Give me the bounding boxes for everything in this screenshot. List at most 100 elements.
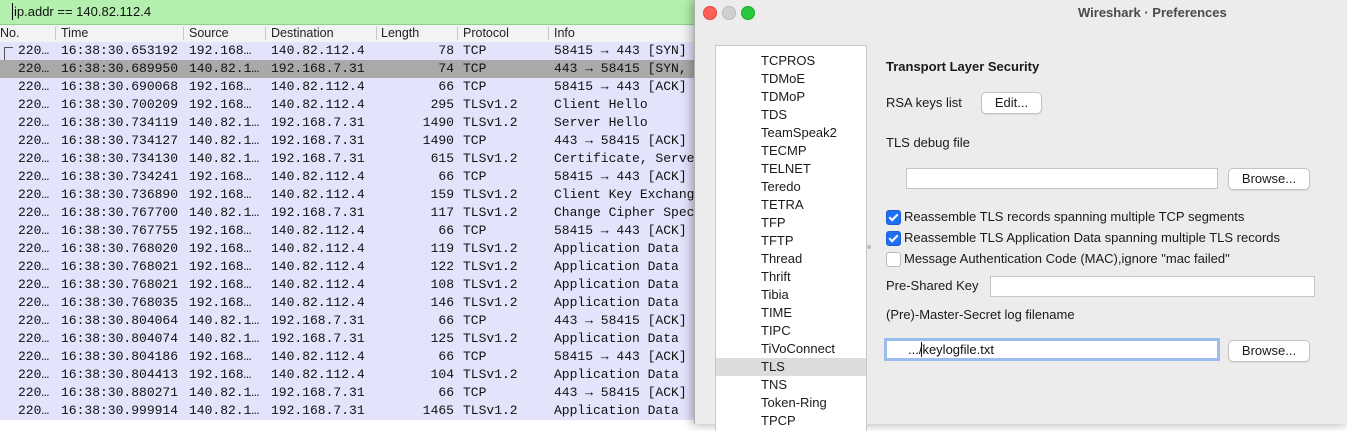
packet-row[interactable]: 220… 16:38:30.999914 140.82.1… 192.168.7.31… (0, 402, 700, 420)
master-secret-browse-button[interactable]: Browse... (1228, 340, 1310, 362)
packet-cell-time: 16:38:30.804413 (61, 367, 179, 382)
display-filter-input[interactable]: ip.addr == 140.82.112.4 (14, 4, 151, 19)
packet-cell-src: 192.168… (189, 295, 252, 310)
packet-row[interactable]: 220… 16:38:30.653192 192.168… 140.82.112.4 7… (0, 42, 700, 61)
column-header-protocol[interactable]: Protocol (463, 26, 509, 40)
packet-row[interactable]: 220… 16:38:30.768020 192.168… 140.82.112.4 1… (0, 240, 700, 258)
display-filter-bar[interactable]: ip.addr == 140.82.112.4 (0, 0, 700, 25)
packet-cell-info: 58415 → 443 [ACK] (554, 79, 687, 94)
packet-row[interactable]: 220… 16:38:30.734127 140.82.1… 192.168.7.31… (0, 132, 700, 150)
packet-row[interactable]: 220… 16:38:30.804413 192.168… 140.82.112.4 1… (0, 366, 700, 384)
column-separator[interactable] (548, 27, 549, 40)
column-header-info[interactable]: Info (554, 26, 575, 40)
packet-row[interactable]: 220… 16:38:30.734241 192.168… 140.82.112.4 6… (0, 168, 700, 186)
packet-row[interactable]: 220… 16:38:30.804186 192.168… 140.82.112.4 6… (0, 348, 700, 366)
debug-file-browse-button[interactable]: Browse... (1228, 168, 1310, 190)
packet-cell-time: 16:38:30.689950 (61, 61, 179, 76)
protocol-list-item[interactable]: TDMoP (716, 88, 866, 106)
mac-ignore-label[interactable]: Message Authentication Code (MAC),ignore… (904, 251, 1230, 266)
packet-list-header: No. Time Source Destination Length Proto… (0, 25, 700, 43)
packet-cell-no: 220… (18, 295, 50, 310)
protocol-list-item[interactable]: Token-Ring (716, 394, 866, 412)
column-separator[interactable] (457, 27, 458, 40)
reassemble-app-data-checkbox[interactable] (886, 231, 901, 246)
protocol-list-item[interactable]: Tibia (716, 286, 866, 304)
packet-cell-no: 220… (18, 115, 50, 130)
protocol-list-item[interactable]: TIME (716, 304, 866, 322)
column-header-source[interactable]: Source (189, 26, 229, 40)
packet-row[interactable]: 220… 16:38:30.768035 192.168… 140.82.112.4 1… (0, 294, 700, 312)
protocol-list-item[interactable]: TIPC (716, 322, 866, 340)
column-separator[interactable] (265, 27, 266, 40)
packet-row[interactable]: 220… 16:38:30.734119 140.82.1… 192.168.7.31… (0, 114, 700, 132)
packet-cell-no: 220… (18, 97, 50, 112)
protocol-list-item[interactable]: TECMP (716, 142, 866, 160)
packet-row[interactable]: 220… 16:38:30.880271 140.82.1… 192.168.7.31… (0, 384, 700, 402)
protocol-list-item[interactable]: TNS (716, 376, 866, 394)
packet-cell-proto: TLSv1.2 (463, 331, 518, 346)
packet-cell-src: 192.168… (189, 259, 252, 274)
master-secret-input[interactable]: .../keylogfile.txt (884, 338, 1220, 361)
column-header-destination[interactable]: Destination (271, 26, 334, 40)
packet-cell-dst: 140.82.112.4 (271, 367, 365, 382)
packet-row[interactable]: 220… 16:38:30.767755 192.168… 140.82.112.4 6… (0, 222, 700, 240)
reassemble-tls-records-label[interactable]: Reassemble TLS records spanning multiple… (904, 209, 1244, 224)
filter-caret (12, 3, 13, 20)
column-header-time[interactable]: Time (61, 26, 88, 40)
packet-cell-no: 220… (18, 169, 50, 184)
packet-cell-info: 443 → 58415 [SYN, (554, 61, 687, 76)
packet-row[interactable]: 220… 16:38:30.767700 140.82.1… 192.168.7.31… (0, 204, 700, 222)
packet-cell-len: 1490 (422, 115, 454, 130)
protocol-list-item[interactable]: TFP (716, 214, 866, 232)
packet-row[interactable]: 220… 16:38:30.700209 192.168… 140.82.112.4 2… (0, 96, 700, 114)
packet-row[interactable]: 220… 16:38:30.768021 192.168… 140.82.112.4 1… (0, 276, 700, 294)
packet-row[interactable]: 220… 16:38:30.736890 192.168… 140.82.112.4 1… (0, 186, 700, 204)
reassemble-app-data-label[interactable]: Reassemble TLS Application Data spanning… (904, 230, 1280, 245)
packet-cell-src: 140.82.1… (189, 313, 260, 328)
protocol-list-item[interactable]: Teredo (716, 178, 866, 196)
zoom-window-icon[interactable] (741, 6, 755, 20)
psk-input[interactable] (990, 276, 1315, 297)
mac-ignore-checkbox[interactable] (886, 252, 901, 267)
packet-cell-no: 220… (18, 61, 50, 76)
column-header-no[interactable]: No. (0, 26, 19, 40)
debug-file-input[interactable] (906, 168, 1218, 189)
packet-cell-len: 295 (430, 97, 454, 112)
protocol-list-item[interactable]: TLS (716, 358, 866, 376)
close-window-icon[interactable] (703, 6, 717, 20)
packet-row[interactable]: 220… 16:38:30.768021 192.168… 140.82.112.4 1… (0, 258, 700, 276)
protocol-list-item[interactable]: TELNET (716, 160, 866, 178)
packet-row[interactable]: 220… 16:38:30.690068 192.168… 140.82.112.4 6… (0, 78, 700, 96)
packet-cell-len: 615 (430, 151, 454, 166)
packet-list: 220… 16:38:30.653192 192.168… 140.82.112.4 7… (0, 42, 700, 420)
column-separator[interactable] (376, 27, 377, 40)
packet-cell-info: Application Data (554, 295, 679, 310)
packet-cell-dst: 192.168.7.31 (271, 61, 365, 76)
column-separator[interactable] (55, 27, 56, 40)
minimize-window-icon[interactable] (722, 6, 736, 20)
packet-row[interactable]: 220… 16:38:30.804074 140.82.1… 192.168.7.31… (0, 330, 700, 348)
protocol-list-item[interactable]: Thrift (716, 268, 866, 286)
rsa-keys-edit-button[interactable]: Edit... (981, 92, 1042, 114)
splitter-handle-icon[interactable] (867, 245, 871, 249)
section-title: Transport Layer Security (886, 59, 1040, 74)
protocol-list-item[interactable]: TDS (716, 106, 866, 124)
protocol-list-item[interactable]: TETRA (716, 196, 866, 214)
protocol-list-item[interactable]: Thread (716, 250, 866, 268)
column-separator[interactable] (183, 27, 184, 40)
packet-cell-src: 140.82.1… (189, 403, 260, 418)
protocol-list-item[interactable]: TDMoE (716, 70, 866, 88)
protocol-list-item[interactable]: TeamSpeak2 (716, 124, 866, 142)
protocol-list-item[interactable]: TiVoConnect (716, 340, 866, 358)
reassemble-tls-records-checkbox[interactable] (886, 210, 901, 225)
column-header-length[interactable]: Length (381, 26, 419, 40)
packet-row[interactable]: 220… 16:38:30.689950 140.82.1… 192.168.7.31… (0, 60, 700, 78)
protocol-list-item[interactable]: TPCP (716, 412, 866, 430)
protocol-list-item[interactable]: TCPROS (716, 52, 866, 70)
packet-cell-len: 117 (430, 205, 454, 220)
protocol-list-item[interactable]: TFTP (716, 232, 866, 250)
protocol-tree[interactable]: TCPROS TDMoE TDMoP TDS TeamSpeak2 TECMP TELNET… (715, 45, 867, 431)
packet-cell-time: 16:38:30.734127 (61, 133, 179, 148)
packet-row[interactable]: 220… 16:38:30.804064 140.82.1… 192.168.7.31… (0, 312, 700, 330)
packet-row[interactable]: 220… 16:38:30.734130 140.82.1… 192.168.7.31… (0, 150, 700, 168)
